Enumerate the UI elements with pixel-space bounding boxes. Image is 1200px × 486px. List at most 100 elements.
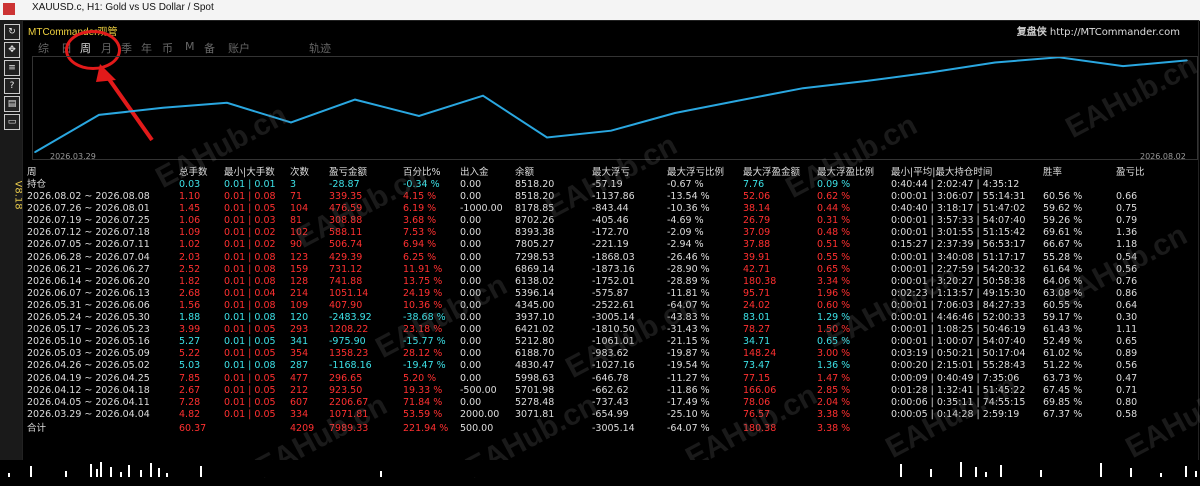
cell: 0:15:27 | 2:37:39 | 56:53:17 [891,239,1026,251]
cell: 2026.04.19 ~ 2026.04.25 [27,372,150,384]
cell: 5701.98 [515,384,555,396]
price-candle [1130,468,1132,477]
cell: 盈亏金额 [329,167,368,178]
cell: -17.49 % [667,396,710,408]
price-candle [110,467,112,477]
cell: 166.06 [743,384,777,396]
price-candle [150,463,152,477]
cell: -4.69 % [667,215,704,227]
cell: 0.01 | 0.01 [224,179,276,190]
cell: -25.10 % [667,408,710,420]
cell: 0:00:01 | 1:08:25 | 50:46:19 [891,324,1026,336]
table-row: 2026.06.21 ~ 2026.06.27 2.52 0.01 | 0.08 15… [27,264,1195,276]
cell: 0.62 % [817,191,851,202]
cell: 0.01 | 0.08 [224,251,276,263]
cell: 3.99 [179,324,201,336]
cell: 37.09 [743,227,771,239]
cell: 0.01 | 0.05 [224,384,276,396]
cell: 6421.02 [515,324,555,336]
cell: -662.62 [592,384,629,396]
cell: 0.00 [460,227,482,239]
cell: 最小|平均|最大持仓时间 [891,167,993,178]
cell: 盈亏比 [1116,167,1145,178]
cell: 0:40:40 | 3:18:17 | 51:47:02 [891,203,1026,215]
equity-point [354,98,356,101]
cell: 0.01 | 0.05 [224,203,276,215]
equity-point [994,61,996,64]
cell: 余额 [515,167,535,178]
cell: 51.22 % [1043,360,1083,372]
cell: 128 [290,275,309,287]
cell: 1051.14 [329,287,369,299]
cell: 0.30 [1116,312,1138,323]
cell: -13.54 % [667,191,710,202]
cell: 2026.05.03 ~ 2026.05.09 [27,348,150,360]
cell: 2026.08.02 ~ 2026.08.08 [27,191,150,202]
cell: 0.01 | 0.05 [224,324,276,336]
cell: 0.51 % [817,239,851,251]
price-candle [1160,473,1162,477]
cell: -172.70 [592,227,629,239]
cell: 407.90 [329,299,363,311]
cell: 334 [290,408,309,420]
cell: 221.94 % [403,422,449,434]
cell: 34.71 [743,336,771,348]
cell: 1358.23 [329,348,369,360]
price-candle [8,473,10,477]
cell: 6.94 % [403,239,437,251]
price-candle [1000,465,1002,477]
cell: 0.75 [1116,203,1138,215]
cell: 0.01 | 0.08 [224,263,276,275]
cell: -500.00 [460,384,497,396]
cell: 104 [290,203,309,215]
cell: 2026.05.17 ~ 2026.05.23 [27,324,150,336]
cell: -737.43 [592,396,629,408]
cell: 0.00 [460,263,482,275]
cell: 0.00 [460,239,482,251]
cell: 2026.04.12 ~ 2026.04.18 [27,384,150,396]
equity-point [482,94,484,97]
price-candle [1185,466,1187,477]
cell: 2000.00 [460,408,500,420]
cell: 2026.07.05 ~ 2026.07.11 [27,239,150,251]
cell: 71 [290,191,303,202]
cell: 55.28 % [1043,251,1083,263]
cell: 5.27 [179,336,201,348]
cell: 0.71 [1116,384,1138,396]
cell: 0.01 | 0.02 [224,227,276,239]
cell: -1752.01 [592,275,635,287]
cell: 5278.48 [515,396,555,408]
cell: 0:00:01 | 3:40:08 | 51:17:17 [891,251,1026,263]
cell: 0.00 [460,336,482,348]
cell: 1208.22 [329,324,369,336]
cell: 2026.06.21 ~ 2026.06.27 [27,263,150,275]
price-candle [1100,463,1102,477]
cell: -575.87 [592,287,629,299]
cell: -221.19 [592,239,629,251]
cell: 71.84 % [403,396,443,408]
cell: 3.68 % [403,215,437,227]
cell: 354 [290,348,309,360]
cell: 2026.03.29 ~ 2026.04.04 [27,408,150,420]
price-candle [960,462,962,477]
cell: 42.71 [743,263,771,275]
table-row: 2026.03.29 ~ 2026.04.04 4.82 0.01 | 0.05 33… [27,409,1195,421]
cell: -19.87 % [667,348,710,360]
cell: -28.89 % [667,275,710,287]
cell: 287 [290,360,309,372]
cell: 1.82 [179,275,201,287]
cell: 3937.10 [515,312,555,323]
price-candle [140,470,142,477]
table-row: 2026.06.28 ~ 2026.07.04 2.03 0.01 | 0.08 12… [27,252,1195,264]
cell: 39.91 [743,251,771,263]
cell: -2522.61 [592,299,635,311]
cell: -1000.00 [460,203,503,215]
cell: 0.01 | 0.08 [224,312,276,323]
cell: 2026.05.24 ~ 2026.05.30 [27,312,150,323]
cell: 159 [290,263,309,275]
cell: 0:03:19 | 0:50:21 | 50:17:04 [891,348,1026,360]
price-candle [1195,471,1197,477]
cell: 周 [27,167,37,178]
cell: 212 [290,384,309,396]
cell: 11.91 % [403,263,443,275]
